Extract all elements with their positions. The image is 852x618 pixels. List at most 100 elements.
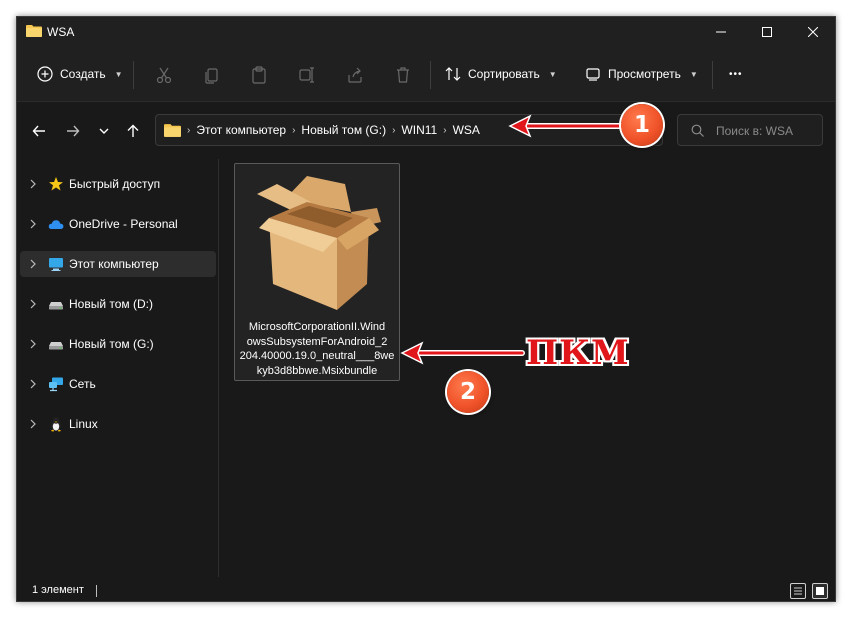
search-placeholder: Поиск в: WSA	[716, 124, 793, 138]
arrow-up-icon	[127, 124, 139, 137]
search-box[interactable]: Поиск в: WSA	[677, 114, 823, 146]
item-count: 1 элемент	[32, 584, 84, 596]
forward-button[interactable]	[63, 121, 83, 141]
minimize-button[interactable]	[698, 17, 744, 47]
step-badge-1: 1	[621, 104, 663, 146]
chevron-down-icon: ▼	[689, 69, 698, 79]
sidebar-item-this-pc[interactable]: Этот компьютер	[20, 251, 216, 277]
plus-circle-icon	[37, 66, 53, 82]
chevron-right-icon: ›	[392, 124, 396, 136]
arrow-right-icon	[67, 125, 80, 137]
close-icon	[808, 27, 818, 37]
chevron-right-icon[interactable]	[29, 179, 37, 189]
maximize-button[interactable]	[744, 17, 790, 47]
tiles-view-icon	[816, 587, 824, 595]
view-label: Просмотреть	[608, 67, 681, 81]
title-bar: WSA	[17, 17, 835, 47]
status-bar: 1 элемент	[17, 579, 835, 601]
search-icon	[691, 124, 704, 137]
monitor-icon	[49, 258, 63, 271]
cut-icon	[156, 67, 172, 84]
linux-penguin-icon	[51, 417, 61, 432]
chevron-right-icon: ›	[292, 124, 296, 136]
network-icon	[49, 377, 63, 392]
file-name: MicrosoftCorporationII.Wind owsSubsystem…	[237, 320, 397, 378]
drive-icon	[49, 342, 63, 350]
details-view-button[interactable]	[790, 583, 806, 599]
chevron-right-icon[interactable]	[29, 339, 37, 349]
chevron-down-icon: ▼	[114, 69, 123, 79]
sidebar-item-network[interactable]: Сеть	[20, 371, 216, 397]
chevron-right-icon[interactable]	[29, 259, 37, 269]
crumb-drive-g[interactable]: Новый том (G:)	[301, 123, 386, 137]
close-button[interactable]	[790, 17, 835, 47]
chevron-right-icon: ›	[187, 124, 191, 136]
view-button[interactable]: Просмотреть ▼	[579, 58, 704, 90]
navigation-row: › Этот компьютер › Новый том (G:) › WIN1…	[17, 101, 835, 159]
step-badge-2: 2	[447, 371, 489, 413]
sidebar-item-label: Linux	[69, 417, 98, 431]
details-view-icon	[794, 587, 802, 595]
crumb-wsa[interactable]: WSA	[453, 123, 480, 137]
more-options-button[interactable]: •••	[723, 58, 749, 90]
command-bar: Создать ▼ Сортировать ▼ Просмотреть ▼ ••…	[17, 47, 835, 101]
crumb-this-pc[interactable]: Этот компьютер	[196, 123, 286, 137]
maximize-icon	[762, 27, 772, 37]
tiles-view-button[interactable]	[812, 583, 828, 599]
chevron-down-icon: ▼	[548, 69, 557, 79]
delete-icon	[397, 67, 409, 83]
file-name-line: MicrosoftCorporationII.Wind	[248, 321, 386, 333]
sort-arrows-icon	[445, 67, 461, 81]
chevron-right-icon: ›	[443, 124, 447, 136]
sidebar-item-label: OneDrive - Personal	[69, 217, 178, 231]
chevron-right-icon[interactable]	[29, 419, 37, 429]
sidebar-item-label: Быстрый доступ	[69, 177, 161, 191]
folder-icon	[26, 25, 42, 37]
sidebar-item-label: Сеть	[69, 377, 96, 391]
chevron-right-icon[interactable]	[29, 219, 37, 229]
sidebar-item-label: Этот компьютер	[69, 257, 159, 271]
rename-icon	[299, 67, 314, 83]
navigation-pane: Быстрый доступ OneDrive - Personal Этот …	[17, 159, 217, 579]
star-icon	[49, 177, 63, 191]
sidebar-item-quick-access[interactable]: Быстрый доступ	[20, 171, 216, 197]
pane-divider[interactable]	[218, 159, 219, 577]
minimize-icon	[716, 31, 726, 33]
copy-icon	[205, 68, 218, 84]
drive-icon	[49, 302, 63, 310]
status-divider	[96, 585, 97, 597]
folder-icon	[164, 123, 181, 137]
crumb-win11[interactable]: WIN11	[401, 123, 437, 137]
file-explorer-window: WSA Создать ▼ Сортировать ▼ Просмотреть …	[16, 16, 836, 602]
file-name-line: kyb3d8bbwe.Msixbundle	[256, 364, 378, 377]
window-title: WSA	[47, 25, 75, 39]
back-button[interactable]	[29, 121, 49, 141]
arrow-left-icon	[32, 125, 45, 137]
up-button[interactable]	[123, 121, 143, 141]
sidebar-item-drive-d[interactable]: Новый том (D:)	[20, 291, 216, 317]
toolbar-divider	[712, 61, 713, 89]
share-icon	[348, 67, 362, 83]
recent-locations-button[interactable]	[94, 121, 114, 141]
sort-label: Сортировать	[468, 67, 540, 81]
toolbar-divider	[430, 61, 431, 89]
chevron-down-icon	[99, 128, 109, 134]
toolbar-divider	[133, 61, 134, 89]
sort-button[interactable]: Сортировать ▼	[439, 58, 563, 90]
file-name-line: 204.40000.19.0_neutral___8we	[239, 350, 395, 362]
address-bar[interactable]: › Этот компьютер › Новый том (G:) › WIN1…	[155, 114, 663, 146]
paste-icon	[252, 66, 266, 84]
package-box-icon	[257, 176, 381, 310]
chevron-right-icon[interactable]	[29, 379, 37, 389]
sidebar-item-label: Новый том (D:)	[69, 297, 153, 311]
file-name-line: owsSubsystemForAndroid_2	[246, 335, 388, 348]
file-item[interactable]: MicrosoftCorporationII.Wind owsSubsystem…	[234, 163, 400, 381]
create-button[interactable]: Создать ▼	[31, 58, 129, 90]
chevron-right-icon[interactable]	[29, 299, 37, 309]
sidebar-item-drive-g[interactable]: Новый том (G:)	[20, 331, 216, 357]
sidebar-item-linux[interactable]: Linux	[20, 411, 216, 437]
cloud-icon	[48, 220, 64, 229]
sidebar-item-onedrive[interactable]: OneDrive - Personal	[20, 211, 216, 237]
view-icon	[586, 68, 600, 81]
create-label: Создать	[60, 67, 106, 81]
